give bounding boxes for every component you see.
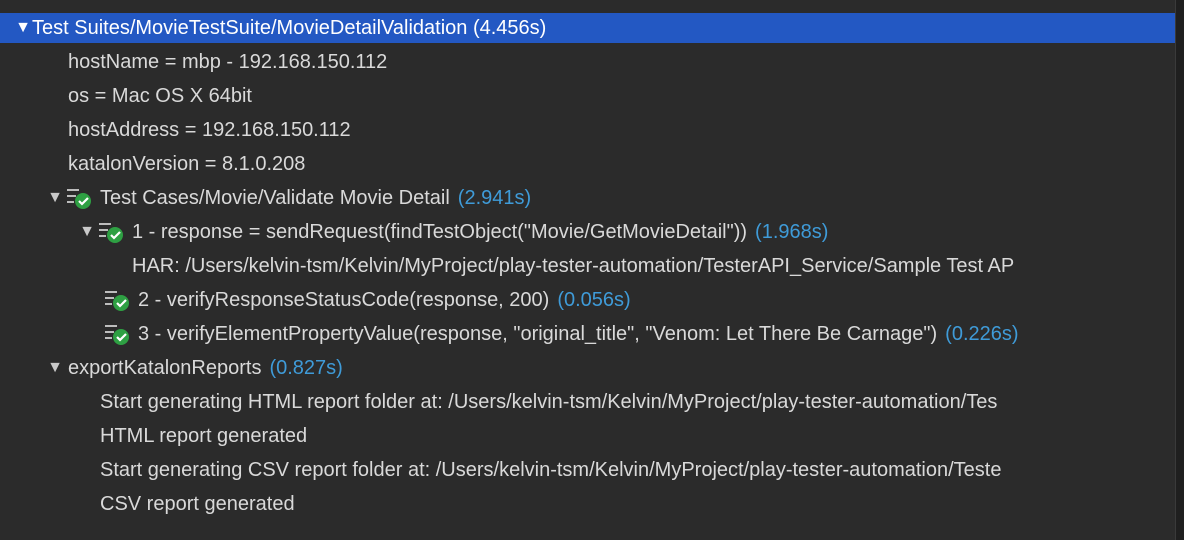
step-duration: (0.056s) [557,288,631,311]
step-duration: (0.226s) [945,322,1019,345]
step-duration: (1.968s) [755,220,829,243]
vertical-scrollbar[interactable] [1175,0,1184,540]
log-row[interactable]: HTML report generated [0,419,1176,453]
log-text: CSV report generated [100,492,295,515]
passed-check-icon [102,322,132,346]
log-text: Start generating HTML report folder at: … [100,390,998,413]
property-text: hostName = mbp - 192.168.150.112 [68,50,388,73]
passed-check-icon [96,220,126,244]
tree-row-suite[interactable]: ▼ Test Suites/MovieTestSuite/MovieDetail… [0,13,1176,43]
property-row[interactable]: os = Mac OS X 64bit [0,79,1176,113]
tree-row-test-case[interactable]: ▼ Test Cases/Movie/Validate Movie Detail… [0,181,1176,215]
passed-check-icon [102,288,132,312]
property-row[interactable]: katalonVersion = 8.1.0.208 [0,147,1176,181]
export-duration: (0.827s) [269,356,343,379]
test-case-label: Test Cases/Movie/Validate Movie Detail [100,186,450,209]
triangle-down-icon[interactable]: ▼ [14,19,32,37]
property-row[interactable]: hostAddress = 192.168.150.112 [0,113,1176,147]
tree-row-step[interactable]: 3 - verifyElementPropertyValue(response,… [0,317,1176,351]
property-row[interactable]: hostName = mbp - 192.168.150.112 [0,45,1176,79]
passed-check-icon [64,186,94,210]
log-text: HTML report generated [100,424,308,447]
export-label: exportKatalonReports [68,356,262,379]
har-text: HAR: /Users/kelvin-tsm/Kelvin/MyProject/… [132,254,1015,277]
log-tree: ▼ Test Suites/MovieTestSuite/MovieDetail… [0,0,1176,540]
step-label: 3 - verifyElementPropertyValue(response,… [138,322,938,345]
property-text: hostAddress = 192.168.150.112 [68,118,351,141]
log-row[interactable]: CSV report generated [0,487,1176,521]
triangle-down-icon[interactable]: ▼ [78,223,96,241]
log-row[interactable]: Start generating CSV report folder at: /… [0,453,1176,487]
triangle-down-icon[interactable]: ▼ [46,189,64,207]
log-text: Start generating CSV report folder at: /… [100,458,1002,481]
step-label: 1 - response = sendRequest(findTestObjec… [132,220,748,243]
har-row[interactable]: HAR: /Users/kelvin-tsm/Kelvin/MyProject/… [0,249,1176,283]
step-label: 2 - verifyResponseStatusCode(response, 2… [138,288,550,311]
tree-row-export[interactable]: ▼ exportKatalonReports (0.827s) [0,351,1176,385]
tree-row-step[interactable]: ▼ 1 - response = sendRequest(findTestObj… [0,215,1176,249]
tree-row-step[interactable]: 2 - verifyResponseStatusCode(response, 2… [0,283,1176,317]
test-case-duration: (2.941s) [457,186,532,209]
property-text: katalonVersion = 8.1.0.208 [68,152,306,175]
suite-label: Test Suites/MovieTestSuite/MovieDetailVa… [32,16,547,39]
log-row[interactable]: Start generating HTML report folder at: … [0,385,1176,419]
property-text: os = Mac OS X 64bit [68,84,252,107]
triangle-down-icon[interactable]: ▼ [46,359,64,377]
